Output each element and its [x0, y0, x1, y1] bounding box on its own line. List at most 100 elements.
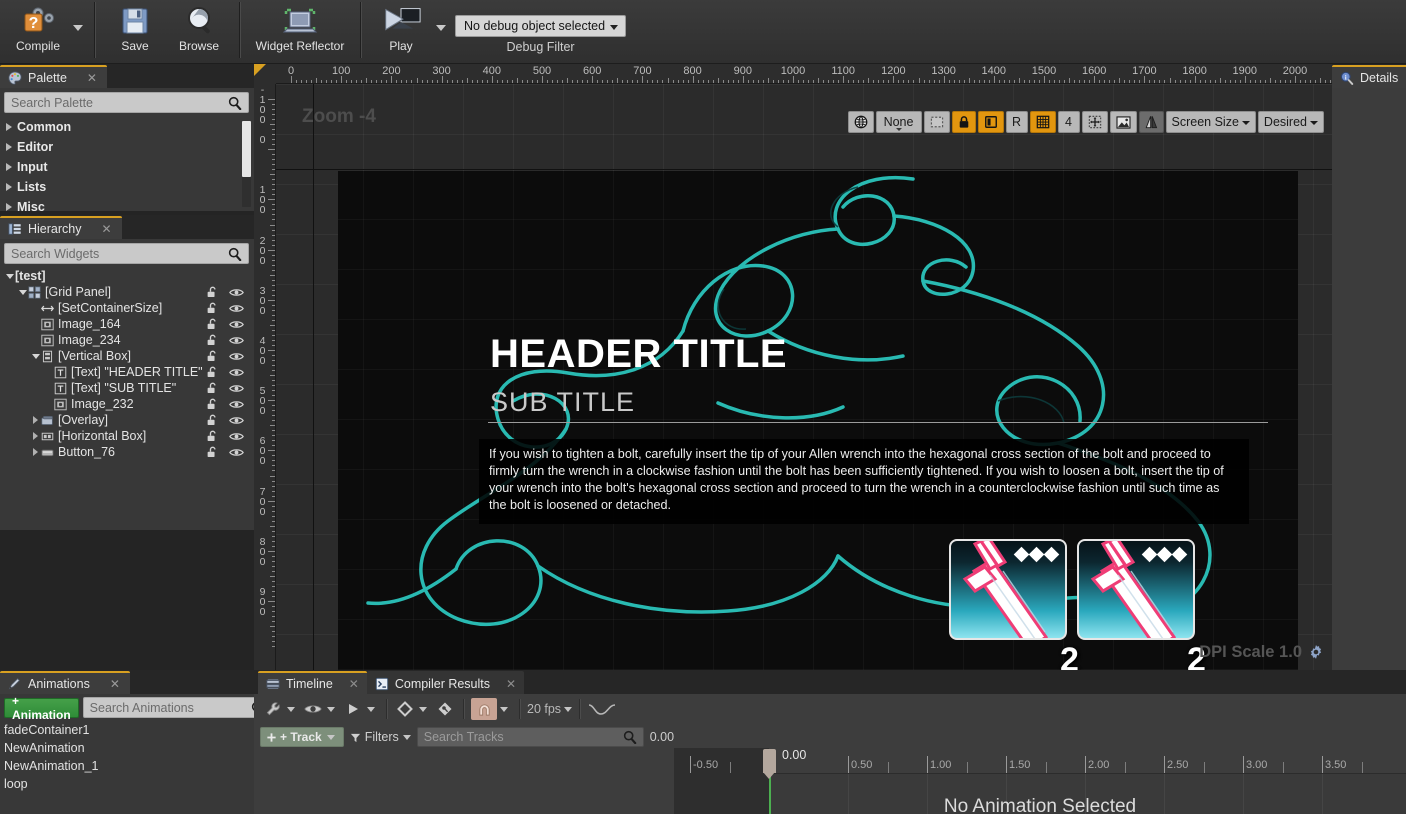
resize-to-content-button[interactable]: [1081, 111, 1108, 133]
mirror-button[interactable]: [1138, 111, 1164, 133]
lock-open-icon[interactable]: [206, 430, 219, 443]
grid-snap-icon-button[interactable]: [1029, 111, 1056, 133]
marquee-icon-button[interactable]: [923, 111, 950, 133]
play-button[interactable]: Play: [369, 0, 433, 62]
hierarchy-row[interactable]: Image_164: [0, 316, 254, 332]
animation-list-item[interactable]: loop: [0, 775, 254, 793]
hierarchy-row[interactable]: [Text] "SUB TITLE": [0, 380, 254, 396]
add-track-button[interactable]: + Track: [260, 727, 344, 747]
keyframe-interp-icon-button[interactable]: [434, 698, 456, 720]
tracks-search-box[interactable]: [416, 727, 644, 747]
add-animation-button[interactable]: + Animation: [4, 694, 79, 722]
tab-timeline[interactable]: Timeline ✕: [258, 671, 367, 694]
palette-category-lists[interactable]: Lists: [0, 177, 254, 197]
expand-caret[interactable]: [17, 289, 28, 295]
screen-size-dropdown[interactable]: Screen Size: [1165, 111, 1256, 133]
curve-editor-button[interactable]: [587, 698, 617, 720]
compile-button[interactable]: ? Compile: [6, 0, 70, 62]
vertical-ruler[interactable]: -100 0 100 200 300 400 500 600 700 800 900: [254, 84, 276, 670]
lock-open-icon[interactable]: [206, 398, 219, 411]
collapse-caret[interactable]: [30, 432, 41, 440]
widget-reflector-button[interactable]: Widget Reflector: [248, 0, 352, 62]
widget-preview-surface[interactable]: HEADER TITLE SUB TITLE If you wish to ti…: [338, 171, 1298, 670]
palette-category-common[interactable]: Common: [0, 117, 254, 137]
hierarchy-row[interactable]: Button_76: [0, 444, 254, 460]
lock-open-icon[interactable]: [206, 446, 219, 459]
hierarchy-row[interactable]: [Grid Panel]: [0, 284, 254, 300]
palette-scrollbar[interactable]: [242, 121, 251, 207]
eye-icon[interactable]: [229, 335, 244, 346]
gear-icon[interactable]: [1308, 644, 1324, 660]
eye-icon[interactable]: [229, 447, 244, 458]
eye-icon[interactable]: [229, 399, 244, 410]
animation-list-item[interactable]: NewAnimation_1: [0, 757, 254, 775]
save-button[interactable]: Save: [103, 0, 167, 62]
none-dropdown-button[interactable]: None: [875, 111, 922, 133]
lock-open-icon[interactable]: [206, 302, 219, 315]
lock-open-icon[interactable]: [206, 318, 219, 331]
search-palette-input[interactable]: [11, 95, 228, 110]
tab-palette[interactable]: Palette ✕: [0, 65, 107, 88]
visibility-dropdown-arrow[interactable]: [327, 706, 335, 712]
timeline-ruler-area[interactable]: -0.50 0.50 1.00 1.50 2.00 2.50 3.00 3.50 0.00 N…: [674, 748, 1406, 814]
animations-search-box[interactable]: [82, 697, 272, 718]
palette-category-misc[interactable]: Misc: [0, 197, 254, 211]
hierarchy-row[interactable]: [Text] "HEADER TITLE": [0, 364, 254, 380]
animation-list-item[interactable]: fadeContainer1: [0, 721, 254, 739]
palette-search-box[interactable]: [4, 92, 249, 113]
snap-toggle-button[interactable]: [471, 698, 497, 720]
hierarchy-row[interactable]: [Vertical Box]: [0, 348, 254, 364]
expand-caret[interactable]: [4, 273, 15, 279]
lock-icon-button[interactable]: [951, 111, 976, 133]
search-animations-input[interactable]: [89, 700, 251, 715]
lock-open-icon[interactable]: [206, 334, 219, 347]
tab-animations-close-icon[interactable]: ✕: [110, 677, 120, 691]
play-dropdown-arrow[interactable]: [367, 706, 375, 712]
tab-hierarchy-close-icon[interactable]: ✕: [102, 222, 112, 236]
search-widgets-input[interactable]: [11, 246, 228, 261]
expand-caret[interactable]: [30, 353, 41, 359]
tab-compiler-results[interactable]: Compiler Results ✕: [366, 671, 525, 694]
debug-object-select[interactable]: No debug object selected: [455, 15, 627, 37]
hierarchy-row[interactable]: [Horizontal Box]: [0, 428, 254, 444]
tab-timeline-close-icon[interactable]: ✕: [349, 677, 359, 691]
eye-icon[interactable]: [229, 351, 244, 362]
image-preview-button[interactable]: [1109, 111, 1137, 133]
keyframe-icon-button[interactable]: [394, 698, 416, 720]
playhead-handle[interactable]: [763, 749, 776, 779]
keyframe-dropdown-arrow[interactable]: [419, 706, 427, 712]
hierarchy-row[interactable]: [SetContainerSize]: [0, 300, 254, 316]
desired-dropdown[interactable]: Desired: [1257, 111, 1324, 133]
play-dropdown-arrow[interactable]: [433, 0, 449, 62]
hierarchy-row[interactable]: Image_232: [0, 396, 254, 412]
item-card[interactable]: [1077, 539, 1195, 640]
designer-canvas[interactable]: Zoom -4 HEADER TITLE SUB TITLE If you wi…: [276, 84, 1332, 670]
item-card[interactable]: [949, 539, 1067, 640]
wrench-dropdown-arrow[interactable]: [287, 706, 295, 712]
search-tracks-input[interactable]: [423, 730, 623, 744]
fps-dropdown[interactable]: 20 fps: [527, 702, 573, 716]
tab-palette-close-icon[interactable]: ✕: [87, 71, 97, 85]
tab-compiler-results-close-icon[interactable]: ✕: [506, 677, 516, 691]
lock-open-icon[interactable]: [206, 286, 219, 299]
globe-icon-button[interactable]: [847, 111, 874, 133]
browse-button[interactable]: Browse: [167, 0, 231, 62]
hierarchy-row[interactable]: Image_234: [0, 332, 254, 348]
palette-category-editor[interactable]: Editor: [0, 137, 254, 157]
eye-icon[interactable]: [229, 431, 244, 442]
wrench-icon-button[interactable]: [262, 698, 284, 720]
eye-icon[interactable]: [229, 287, 244, 298]
eye-icon[interactable]: [229, 319, 244, 330]
lock-open-icon[interactable]: [206, 350, 219, 363]
horizontal-ruler[interactable]: 0 100 200 300 400 500 600 700 800 900 1000 1100 1200…: [276, 64, 1332, 84]
eye-icon[interactable]: [229, 383, 244, 394]
eye-icon[interactable]: [229, 367, 244, 378]
fill-icon-button[interactable]: [977, 111, 1004, 133]
snap-dropdown-arrow[interactable]: [500, 706, 508, 712]
eye-icon[interactable]: [229, 303, 244, 314]
lock-open-icon[interactable]: [206, 366, 219, 379]
animation-list-item[interactable]: NewAnimation: [0, 739, 254, 757]
tab-hierarchy[interactable]: Hierarchy ✕: [0, 216, 122, 239]
tab-animations[interactable]: Animations ✕: [0, 671, 130, 694]
lock-open-icon[interactable]: [206, 382, 219, 395]
